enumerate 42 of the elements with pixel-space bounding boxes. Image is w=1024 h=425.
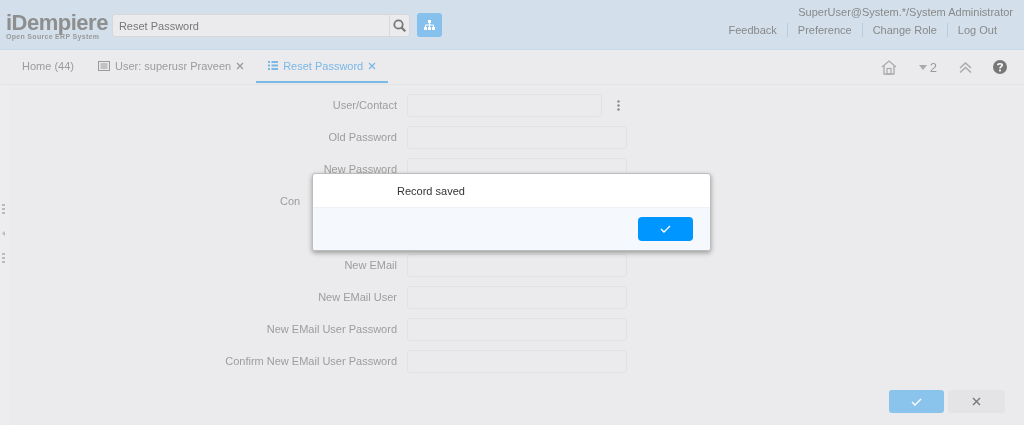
field-label: New EMail User Password bbox=[265, 323, 398, 335]
field-label: New Password bbox=[322, 163, 398, 175]
tab[interactable]: Home (44) bbox=[10, 50, 86, 83]
home-icon[interactable] bbox=[880, 59, 897, 75]
help-icon[interactable] bbox=[993, 60, 1007, 74]
grip-dots-icon[interactable] bbox=[2, 253, 5, 263]
hierarchy-button[interactable] bbox=[416, 13, 442, 37]
window-icon bbox=[97, 60, 110, 71]
field-label: New EMail User bbox=[317, 291, 398, 303]
search-field[interactable]: Reset Password bbox=[111, 14, 389, 37]
sitemap-icon bbox=[423, 20, 435, 30]
close-icon[interactable] bbox=[368, 61, 377, 70]
caret-down-icon bbox=[918, 64, 927, 70]
double-chevron-up-icon[interactable] bbox=[959, 61, 972, 73]
tab[interactable]: User: superusr Praveen bbox=[85, 50, 257, 83]
field-label: Old Password bbox=[327, 131, 398, 143]
cancel-button[interactable] bbox=[948, 390, 1005, 413]
field-label: Confirm New EMail User Password bbox=[224, 355, 398, 367]
kebab-menu-icon[interactable] bbox=[617, 99, 620, 111]
grip-dots-icon[interactable] bbox=[2, 204, 5, 214]
close-icon bbox=[972, 397, 981, 406]
search-icon bbox=[392, 19, 406, 32]
check-icon bbox=[660, 225, 671, 233]
header-link[interactable]: Preference bbox=[786, 23, 862, 37]
header-link[interactable]: Change Role bbox=[861, 23, 947, 37]
logo-text: iDempiere bbox=[6, 12, 108, 34]
field-label: User/Contact bbox=[331, 99, 398, 111]
field-label: Con bbox=[279, 195, 302, 207]
list-icon bbox=[268, 60, 279, 71]
field-label: New EMail bbox=[343, 259, 398, 271]
input-field[interactable] bbox=[407, 253, 627, 277]
collapse-arrow-icon[interactable] bbox=[2, 231, 5, 236]
header-link[interactable]: Feedback bbox=[718, 23, 787, 37]
search-button[interactable] bbox=[388, 14, 410, 37]
window-count-button[interactable]: 2 bbox=[918, 59, 937, 75]
ok-button[interactable] bbox=[889, 390, 944, 413]
tab[interactable]: Reset Password bbox=[256, 50, 389, 83]
check-icon bbox=[911, 397, 922, 406]
header-link[interactable]: Log Out bbox=[946, 23, 1013, 37]
user-role-text: SuperUser@System.*/System Administrator bbox=[798, 6, 1013, 18]
close-icon[interactable] bbox=[236, 61, 245, 70]
ok-button[interactable] bbox=[638, 217, 693, 241]
